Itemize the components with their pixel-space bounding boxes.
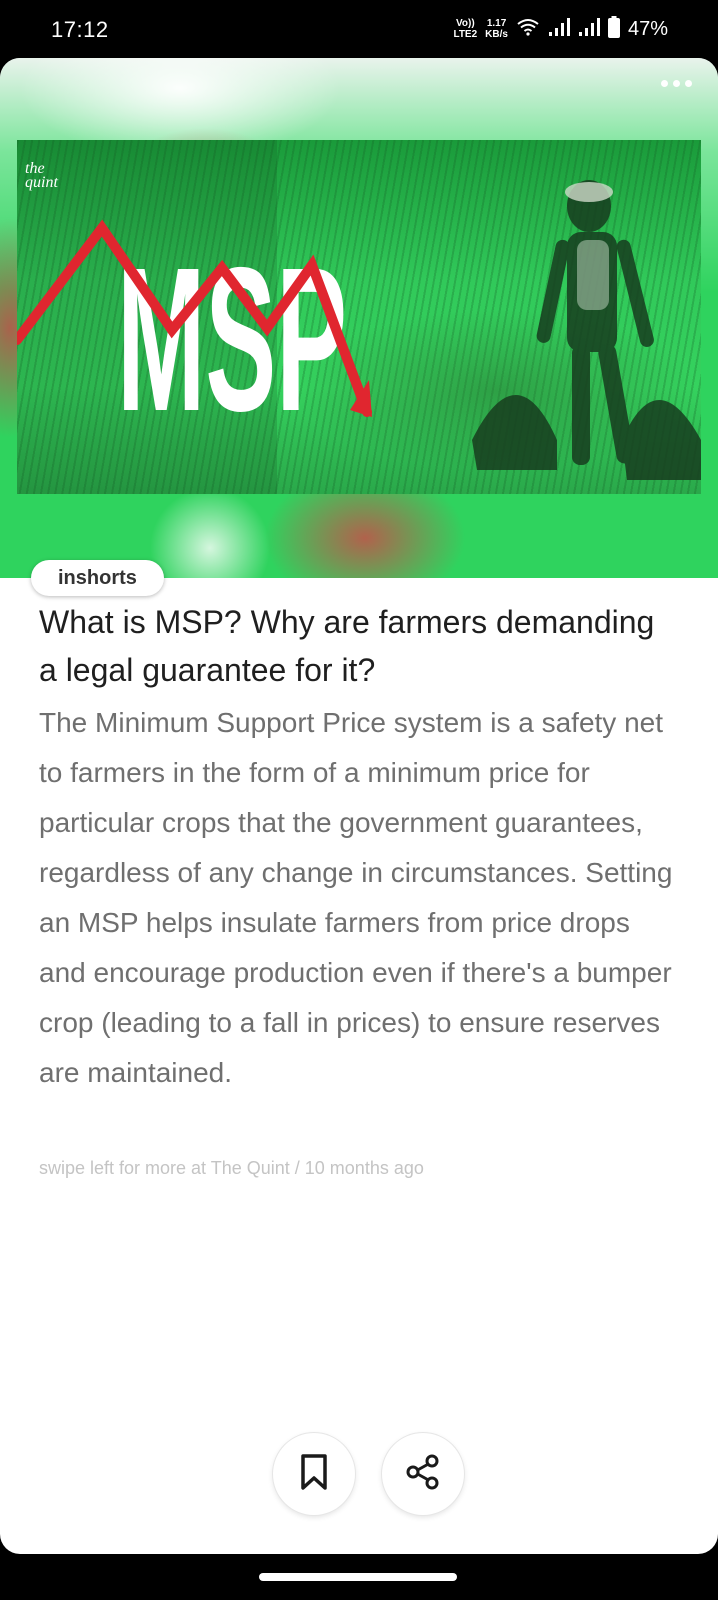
wifi-icon: [516, 17, 540, 42]
share-icon: [404, 1453, 442, 1496]
gesture-nav-bar[interactable]: [259, 1573, 457, 1581]
article-title: What is MSP? Why are farmers demanding a…: [39, 604, 655, 688]
bookmark-icon: [297, 1453, 331, 1496]
dot: [661, 80, 668, 87]
share-button[interactable]: [382, 1433, 464, 1515]
dot: [685, 80, 692, 87]
more-options-icon[interactable]: [661, 80, 692, 87]
status-time: 17:12: [51, 17, 109, 42]
speed-value: 1.17: [486, 18, 507, 29]
read-more-footer[interactable]: swipe left for more at The Quint / 10 mo…: [39, 1158, 424, 1179]
quint-logo: the quint: [25, 161, 58, 191]
volte-indicator: Vo)) LTE2: [453, 18, 477, 40]
network-speed: 1.17 KB/s: [485, 18, 508, 40]
lte-label: LTE2: [453, 29, 478, 40]
battery-percent: 47%: [627, 17, 668, 40]
article-photo: MSP the quint: [17, 140, 701, 494]
volte-label: Vo)): [455, 18, 475, 29]
article-image: MSP the quint: [0, 58, 718, 578]
battery-icon: [607, 15, 620, 43]
source-badge[interactable]: inshorts: [31, 560, 164, 596]
dot: [673, 80, 680, 87]
screen: 17:12 Vo)) LTE2 1.17 KB/s 47% MSP the qu…: [0, 0, 718, 1600]
signal-icon: [548, 17, 570, 41]
bookmark-button[interactable]: [273, 1433, 355, 1515]
news-card[interactable]: MSP the quint inshorts What is MSP? Why …: [0, 58, 718, 1554]
logo-line-quint: quint: [25, 174, 58, 191]
status-bar: 17:12 Vo)) LTE2 1.17 KB/s 47%: [0, 0, 718, 58]
signal-icon: [578, 17, 600, 41]
article-body: The Minimum Support Price system is a sa…: [39, 707, 673, 1088]
status-icons: Vo)) LTE2 1.17 KB/s 47%: [453, 14, 668, 44]
speed-unit: KB/s: [485, 29, 508, 40]
